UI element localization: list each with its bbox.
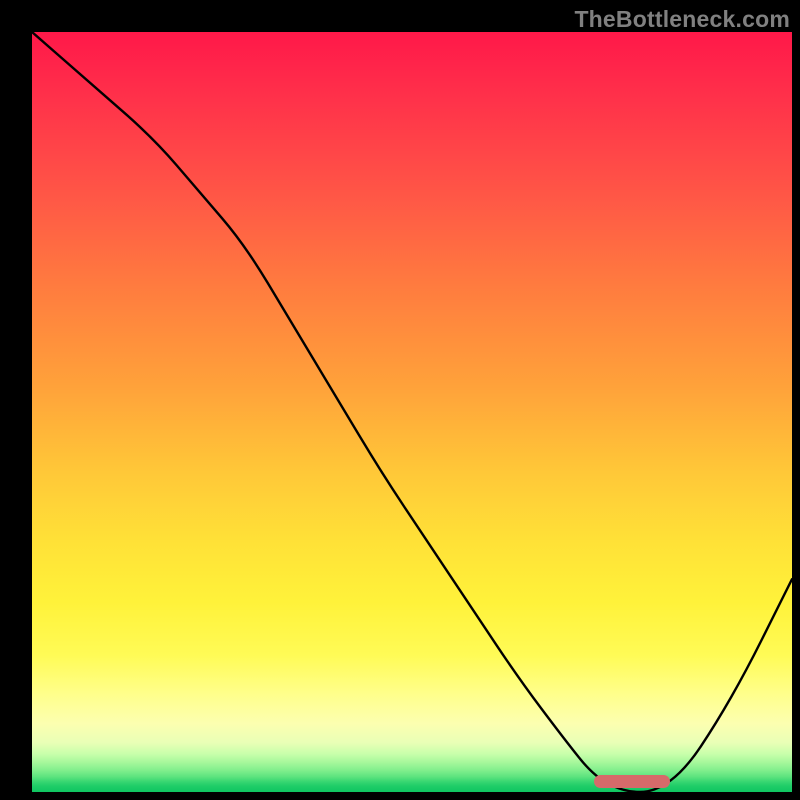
- chart-frame: TheBottleneck.com: [0, 0, 800, 800]
- watermark-text: TheBottleneck.com: [574, 6, 790, 33]
- plot-area: [32, 32, 792, 792]
- optimal-range-marker: [594, 775, 670, 788]
- bottleneck-curve: [32, 32, 792, 792]
